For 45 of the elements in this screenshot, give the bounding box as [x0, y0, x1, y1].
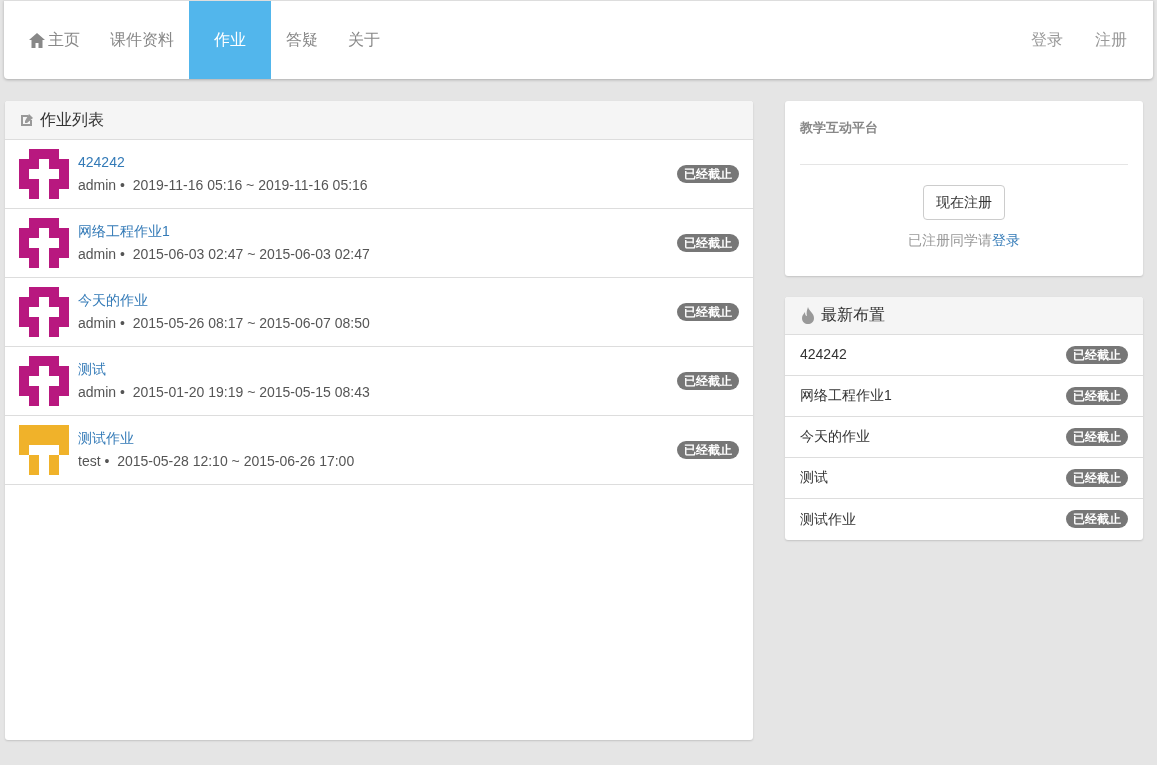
- status-badge: 已经截止: [677, 441, 739, 459]
- panel-title: 作业列表: [40, 110, 104, 130]
- homework-title[interactable]: 今天的作业: [78, 290, 148, 311]
- login-prompt: 已注册同学请: [908, 230, 992, 250]
- latest-title: 网络工程作业1: [800, 386, 892, 405]
- homework-meta: admin • 2015-05-26 08:17 ~ 2015-06-07 08:50: [78, 314, 371, 333]
- status-badge: 已经截止: [677, 165, 739, 183]
- status-badge: 已经截止: [677, 234, 739, 252]
- nav-tab[interactable]: 关于: [333, 1, 395, 79]
- nav-tab[interactable]: 课件资料: [95, 1, 189, 79]
- latest-title: 测试作业: [800, 509, 856, 529]
- homework-meta: admin • 2015-06-03 02:47 ~ 2015-06-03 02:47: [78, 245, 371, 264]
- homework-title[interactable]: 424242: [78, 152, 125, 173]
- status-badge: 已经截止: [1066, 345, 1128, 364]
- latest-title: 测试: [800, 468, 828, 487]
- nav-link[interactable]: 登录: [1015, 1, 1079, 79]
- homework-title[interactable]: 网络工程作业1: [78, 221, 170, 242]
- homework-meta: admin • 2015-01-20 19:19 ~ 2015-05-15 08:43: [78, 383, 371, 402]
- status-badge: 已经截止: [677, 372, 739, 390]
- edit-icon: [19, 112, 35, 128]
- panel-title: 最新布置: [821, 305, 885, 325]
- status-badge: 已经截止: [1066, 386, 1128, 405]
- latest-item[interactable]: 今天的作业 已经截止: [785, 416, 1143, 458]
- latest-item[interactable]: 网络工程作业1 已经截止: [785, 375, 1143, 417]
- flame-icon: [800, 306, 816, 324]
- status-badge: 已经截止: [1066, 510, 1128, 528]
- homework-title[interactable]: 测试作业: [78, 428, 134, 449]
- nav-link[interactable]: 注册: [1079, 1, 1143, 79]
- nav-tab[interactable]: 主页: [14, 1, 95, 79]
- latest-title: 424242: [800, 345, 847, 364]
- homework-meta: test • 2015-05-28 12:10 ~ 2015-06-26 17:00: [78, 452, 356, 471]
- homework-title[interactable]: 测试: [78, 359, 106, 380]
- latest-item[interactable]: 424242 已经截止: [785, 334, 1143, 376]
- status-badge: 已经截止: [1066, 468, 1128, 487]
- latest-item[interactable]: 测试 已经截止: [785, 457, 1143, 499]
- register-button[interactable]: 现在注册: [923, 184, 1005, 220]
- login-link[interactable]: 登录: [992, 229, 1020, 251]
- nav-tab[interactable]: 答疑: [271, 1, 333, 79]
- latest-title: 今天的作业: [800, 427, 870, 446]
- status-badge: 已经截止: [1066, 427, 1128, 446]
- latest-item[interactable]: 测试作业 已经截止: [785, 498, 1143, 540]
- card-title: 教学互动平台: [800, 101, 1128, 165]
- home-icon: [29, 32, 45, 48]
- homework-meta: admin • 2019-11-16 05:16 ~ 2019-11-16 05:16: [78, 176, 369, 195]
- status-badge: 已经截止: [677, 303, 739, 321]
